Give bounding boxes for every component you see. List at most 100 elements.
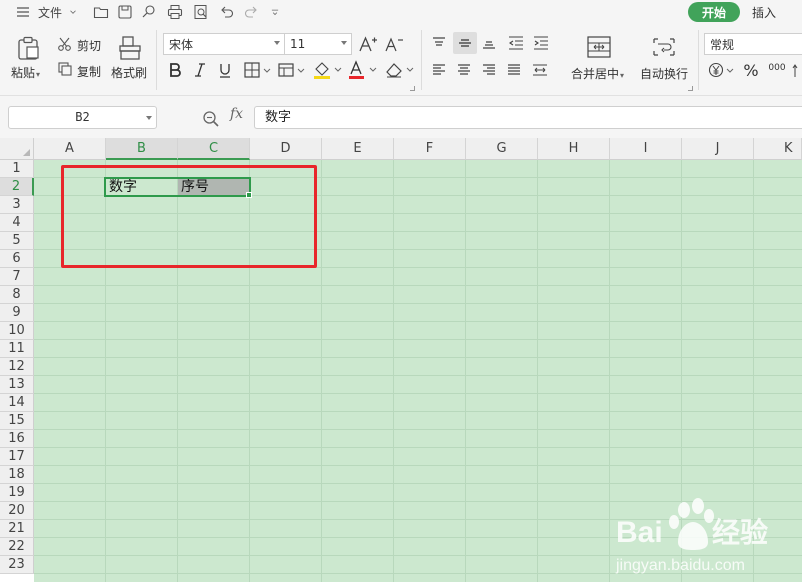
row-header-8[interactable]: 8 — [0, 286, 34, 304]
cell-b2[interactable]: 数字 — [106, 178, 178, 196]
row-header-19[interactable]: 19 — [0, 484, 34, 502]
column-header-j[interactable]: J — [682, 138, 754, 160]
row-header-13[interactable]: 13 — [0, 376, 34, 394]
font-size-select[interactable]: 11 — [284, 33, 352, 55]
alignment-group-launcher-icon[interactable] — [688, 86, 693, 91]
number-format-value: 常规 — [710, 37, 735, 52]
increase-indent-icon[interactable] — [532, 33, 550, 53]
cell-style-icon[interactable] — [277, 60, 307, 80]
row-header-17[interactable]: 17 — [0, 448, 34, 466]
row-header-3[interactable]: 3 — [0, 196, 34, 214]
column-header-a[interactable]: A — [34, 138, 106, 160]
hamburger-menu-icon[interactable] — [14, 0, 32, 24]
merge-cells-icon[interactable] — [584, 33, 614, 61]
row-header-2[interactable]: 2 — [0, 178, 34, 196]
row-header-20[interactable]: 20 — [0, 502, 34, 520]
fill-handle[interactable] — [246, 192, 252, 198]
wrap-text-icon[interactable] — [649, 33, 679, 61]
column-header-c[interactable]: C — [178, 138, 250, 160]
row-header-5[interactable]: 5 — [0, 232, 34, 250]
column-header-h[interactable]: H — [538, 138, 610, 160]
paste-button[interactable]: 粘贴▾ — [11, 64, 40, 81]
column-header-k[interactable]: K — [754, 138, 802, 160]
row-header-6[interactable]: 6 — [0, 250, 34, 268]
export-icon[interactable] — [138, 0, 160, 24]
paste-clipboard-icon[interactable] — [14, 34, 42, 62]
row-header-10[interactable]: 10 — [0, 322, 34, 340]
insert-function-button[interactable]: fx — [230, 106, 243, 122]
format-painter-button[interactable]: 格式刷 — [111, 64, 147, 81]
thousands-separator-button[interactable]: 000 — [766, 57, 788, 79]
undo-icon[interactable] — [216, 0, 238, 24]
currency-icon[interactable] — [707, 60, 737, 80]
row-header-23[interactable]: 23 — [0, 556, 34, 574]
row-header-12[interactable]: 12 — [0, 358, 34, 376]
distributed-align-icon[interactable] — [530, 60, 550, 80]
name-box[interactable]: B2 — [8, 106, 157, 129]
scissors-icon[interactable] — [56, 35, 74, 53]
cell-grid[interactable] — [34, 160, 802, 582]
align-right-icon[interactable] — [480, 60, 498, 80]
bold-icon[interactable] — [166, 60, 184, 80]
copy-button[interactable]: 复制 — [77, 63, 101, 80]
row-header-16[interactable]: 16 — [0, 430, 34, 448]
copy-icon[interactable] — [56, 60, 74, 78]
open-folder-icon[interactable] — [90, 0, 112, 24]
ribbon-divider — [156, 30, 157, 90]
row-header-18[interactable]: 18 — [0, 466, 34, 484]
percent-style-button[interactable]: % — [742, 59, 760, 81]
quick-access-chevron-down-icon[interactable] — [266, 0, 284, 24]
row-header-11[interactable]: 11 — [0, 340, 34, 358]
file-menu[interactable]: 文件 — [36, 0, 64, 24]
font-name-select[interactable]: 宋体 — [163, 33, 285, 55]
number-format-select[interactable]: 常规 — [704, 33, 802, 55]
row-header-7[interactable]: 7 — [0, 268, 34, 286]
column-header-i[interactable]: I — [610, 138, 682, 160]
underline-icon[interactable] — [216, 60, 234, 80]
font-color-icon[interactable] — [347, 59, 379, 81]
print-preview-icon[interactable] — [190, 0, 212, 24]
cell-c2[interactable]: 序号 — [178, 178, 250, 196]
row-header-15[interactable]: 15 — [0, 412, 34, 430]
tab-start[interactable]: 开始 — [688, 2, 740, 22]
row-header-14[interactable]: 14 — [0, 394, 34, 412]
justify-icon[interactable] — [505, 60, 523, 80]
font-group-launcher-icon[interactable] — [410, 86, 415, 91]
decrease-indent-icon[interactable] — [507, 33, 525, 53]
italic-icon[interactable] — [191, 60, 209, 80]
format-painter-icon[interactable] — [116, 34, 144, 62]
row-header-1[interactable]: 1 — [0, 160, 34, 178]
column-header-f[interactable]: F — [394, 138, 466, 160]
fill-color-icon[interactable] — [312, 59, 344, 81]
eraser-clear-icon[interactable] — [384, 59, 416, 81]
print-icon[interactable] — [164, 0, 186, 24]
redo-icon[interactable] — [240, 0, 262, 24]
formula-input[interactable]: 数字 — [254, 106, 802, 129]
row-header-9[interactable]: 9 — [0, 304, 34, 322]
align-middle-icon[interactable] — [453, 32, 477, 54]
chevron-down-icon — [146, 116, 152, 120]
tab-insert[interactable]: 插入 — [752, 2, 776, 22]
row-header-4[interactable]: 4 — [0, 214, 34, 232]
wrap-text-button[interactable]: 自动换行 — [640, 65, 688, 82]
decimal-increase-icon[interactable] — [792, 62, 802, 80]
align-center-icon[interactable] — [455, 60, 473, 80]
column-header-g[interactable]: G — [466, 138, 538, 160]
save-icon[interactable] — [114, 0, 136, 24]
font-size-decrease-icon[interactable] — [384, 33, 404, 55]
row-header-21[interactable]: 21 — [0, 520, 34, 538]
row-header-22[interactable]: 22 — [0, 538, 34, 556]
align-bottom-icon[interactable] — [480, 33, 498, 53]
align-top-icon[interactable] — [430, 33, 448, 53]
column-header-b[interactable]: B — [106, 138, 178, 160]
font-size-increase-icon[interactable] — [358, 33, 378, 55]
border-icon[interactable] — [243, 60, 273, 80]
align-left-icon[interactable] — [430, 60, 448, 80]
cut-button[interactable]: 剪切 — [77, 37, 101, 54]
column-header-d[interactable]: D — [250, 138, 322, 160]
merge-center-button[interactable]: 合并居中▾ — [571, 65, 624, 82]
file-menu-chevron-down-icon[interactable] — [66, 0, 80, 24]
zoom-function-icon[interactable] — [202, 110, 220, 131]
select-all-corner[interactable] — [0, 138, 34, 160]
column-header-e[interactable]: E — [322, 138, 394, 160]
